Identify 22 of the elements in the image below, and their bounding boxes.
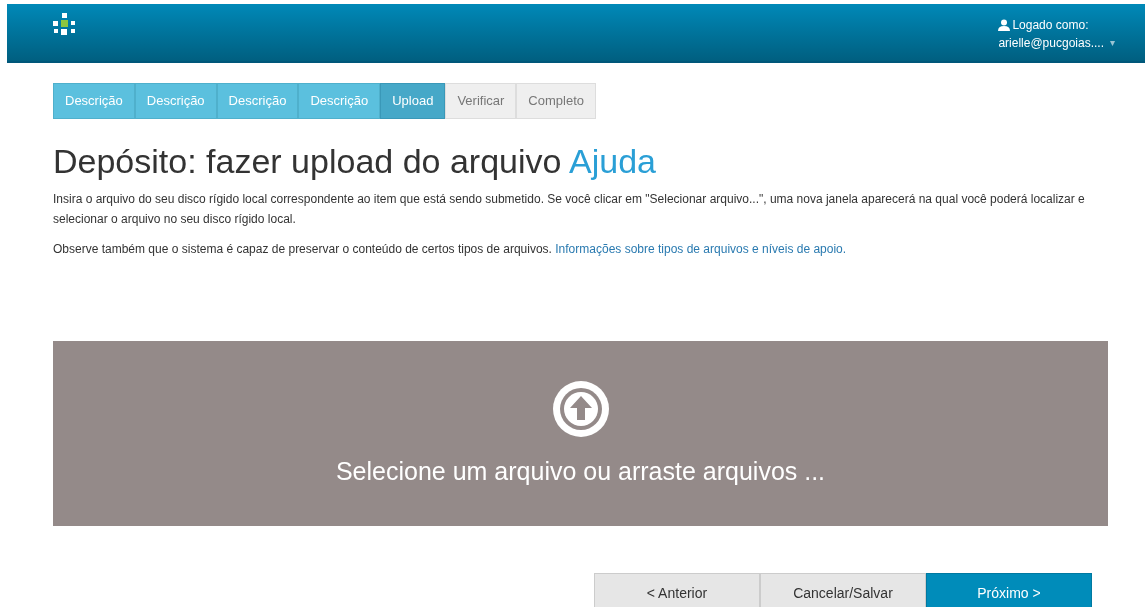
nav-button[interactable]: < Anterior — [594, 573, 760, 607]
user-menu[interactable]: arielle@pucgoias.... ▾ — [998, 34, 1115, 52]
progress-step[interactable]: Descrição — [216, 83, 299, 119]
progress-step[interactable]: Verificar — [445, 83, 517, 119]
progress-step[interactable]: Descrição — [53, 83, 135, 119]
logo-icon[interactable] — [53, 13, 77, 37]
user-icon — [998, 19, 1011, 31]
next-button[interactable]: Próximo > — [926, 573, 1092, 607]
progress-step[interactable]: Completo — [516, 83, 596, 119]
progress-step[interactable]: Descrição — [298, 83, 381, 119]
logged-in-label: Logado como: — [1012, 17, 1089, 34]
intro-paragraph: Insira o arquivo do seu disco rígido local correspondente ao item que está sendo submetido. Se você clicar em "Selecionar arquivo...", uma nova janela aparecerá na qual você poderá localizar e selecionar o arquivo no seu disco rígido local. — [53, 191, 1086, 228]
note-paragraph: Observe também que o sistema é capaz de preservar o conteúdo de certos tipos de arquivos. Informações sobre tipos de arquivos e níveis de apoio. — [53, 241, 848, 258]
progress-step[interactable]: Descrição — [134, 83, 217, 119]
page-title: Depósito: fazer upload do arquivo — [53, 142, 562, 180]
nav-button[interactable]: Cancelar/Salvar — [760, 573, 926, 607]
upload-icon — [552, 380, 609, 437]
file-types-link[interactable]: Informações sobre tipos de arquivos e níveis de apoio. — [555, 242, 847, 256]
help-link[interactable]: Ajuda — [569, 142, 656, 180]
progress-step[interactable]: Upload — [380, 83, 446, 119]
upload-dropzone[interactable]: Selecione um arquivo ou arraste arquivos ... — [53, 341, 1108, 526]
dropzone-text: Selecione um arquivo ou arraste arquivos ... — [335, 455, 826, 487]
